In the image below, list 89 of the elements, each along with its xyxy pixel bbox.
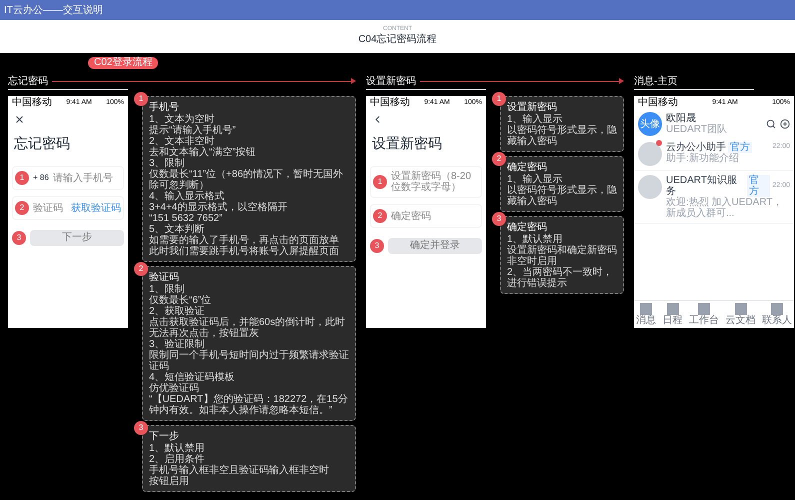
annotation-line: 2、文本非空时 — [149, 136, 215, 147]
annotation-title: 确定密码 — [507, 221, 548, 234]
carrier-text: 中国移动 — [638, 98, 678, 108]
screen-heading: 忘记密码 — [13, 134, 71, 153]
annotation-title: 下一步 — [149, 430, 180, 443]
search-icon[interactable] — [766, 119, 776, 129]
annotation-line: 如需要的输入了手机号，再点击的页面放单 — [149, 235, 340, 246]
annotation-line: 仅数最长“6”位 — [149, 295, 212, 306]
marker-pin: 3 — [134, 421, 148, 435]
marker-pin: 2 — [134, 262, 148, 276]
annotation-line: 去和文本输入“满空”按钮 — [149, 147, 257, 158]
marker-pin: 3 — [12, 231, 26, 245]
annotation-line: 仅数最长“11”位（+86的情况下，暂时无国外除可忽判断） — [149, 169, 344, 191]
carrier-text: 中国移动 — [12, 98, 52, 108]
annotation-line: 设置新密码和确定新密码非空时启用 — [507, 245, 617, 267]
field-placeholder: 验证码 — [33, 202, 64, 214]
annotation-line: 2、当两密码不一致时，进行错误提示 — [507, 267, 614, 289]
field-placeholder: 确定密码 — [391, 210, 432, 222]
input-field[interactable]: 2 确定密码 — [370, 204, 482, 228]
marker-pin: 1 — [134, 92, 148, 106]
doc-title: IT云办公——交互说明 — [4, 4, 103, 18]
annotation-line: 4、短信验证码模板 — [149, 372, 236, 383]
country-code[interactable]: + 86 — [33, 172, 49, 184]
annotation-line: 1、输入显示 — [507, 114, 564, 125]
annotation-line: 2、启用条件 — [149, 454, 205, 465]
annotation-line: 提示“请输入手机号” — [149, 125, 237, 136]
tab-item[interactable]: 日程 — [662, 303, 682, 326]
section-title: 设置新密码 — [366, 74, 416, 88]
annotation-line: 1、限制 — [149, 284, 185, 295]
close-icon[interactable] — [14, 114, 25, 125]
annotation-line: 3、限制 — [149, 158, 185, 169]
screen-heading: 设置新密码 — [371, 134, 443, 153]
tab-item[interactable]: 云文档 — [726, 303, 756, 326]
chat-preview: 欢迎:热烈 加入UEDART，新成员入群可... — [666, 197, 784, 219]
marker-pin: 2 — [492, 152, 506, 166]
tab-item[interactable]: 联系人 — [762, 303, 792, 326]
tab-item[interactable]: 消息 — [636, 303, 656, 326]
marker-pin: 3 — [492, 212, 506, 226]
marker-pin: 1 — [373, 175, 387, 189]
add-icon[interactable] — [780, 119, 790, 129]
chat-name: 云办公小助手 — [666, 142, 726, 153]
annotation-title: 手机号 — [149, 101, 180, 114]
marker-pin: 1 — [15, 171, 29, 185]
marker-pin: 2 — [15, 201, 29, 215]
marker-pin: 3 — [370, 239, 384, 253]
annotation-line: 2、获取验证 — [149, 306, 206, 317]
marker-pin: 2 — [373, 209, 387, 223]
annotation-line: 点击获取验证码后，并能60s的倒计时，此时无法再次点击，按钮置灰 — [149, 317, 346, 339]
annotation-line: “151 5632 7652” — [149, 213, 224, 224]
tab-item[interactable]: 工作台 — [689, 303, 719, 326]
chat-name: UEDART知识服务 — [666, 175, 738, 197]
field-placeholder: 设置新密码（8-20位数字或字母） — [391, 171, 472, 193]
input-field[interactable]: 1 + 86 请输入手机号 — [12, 166, 124, 190]
annotation-line: 此时我们需要跳手机号将账号入屏提醒页面 — [149, 246, 340, 257]
official-tag: 官方 — [746, 175, 770, 197]
annotation-line: 手机号输入框非空且验证码输入框非空时 — [149, 465, 330, 476]
chat-avatar — [638, 175, 662, 199]
user-name: 欧阳晟 — [666, 113, 697, 124]
section-title: 消息-主页 — [634, 74, 678, 88]
team-name: UEDART团队 — [666, 124, 728, 135]
chat-avatar — [638, 142, 662, 166]
annotation-title: 设置新密码 — [507, 101, 558, 114]
annotation-line: 仿优验证码 — [149, 383, 200, 394]
annotation-line: 限制同一个手机号短时间内过于频繁请求验证证码 — [149, 350, 349, 372]
official-tag: 官方 — [728, 142, 752, 153]
carrier-text: 中国移动 — [370, 98, 410, 108]
marker-pin: 1 — [492, 92, 506, 106]
annotation-line: 1、文本为空时 — [149, 114, 215, 125]
annotation-line: 1、输入显示 — [507, 174, 564, 185]
annotation-line: 3、验证限制 — [149, 339, 205, 350]
page-title: C04忘记密码流程 — [358, 32, 437, 47]
annotation-title: 验证码 — [149, 271, 180, 284]
annotation-line: 1、默认禁用 — [149, 443, 206, 454]
section-title: 忘记密码 — [8, 74, 48, 88]
annotation-line: 3+4+4的显示格式，以空格隔开 — [149, 202, 288, 213]
annotation-line: 4、输入显示格式 — [149, 191, 225, 202]
avatar[interactable]: 头像 — [638, 112, 662, 136]
annotation-line: 5、文本判断 — [149, 224, 205, 235]
annotation-title: 确定密码 — [507, 161, 548, 174]
annotation-line: 以密码符号形式显示，隐藏输入密码 — [507, 125, 617, 147]
annotation-line: 以密码符号形式显示，隐藏输入密码 — [507, 185, 617, 207]
chat-preview: 助手:新功能介绍 — [666, 153, 740, 164]
field-placeholder: 请输入手机号 — [52, 172, 114, 184]
annotation-line: “【UEDART】您的验证码：182272，在15分钟内有效。如非本人操作请忽略本短信。” — [149, 394, 349, 416]
annotation-line: 按钮启用 — [149, 476, 190, 487]
get-code-link[interactable]: 获取验证码 — [71, 202, 121, 214]
flow-tag[interactable]: C02登录流程 — [88, 57, 158, 69]
annotation-line: 1、默认禁用 — [507, 234, 563, 245]
input-field[interactable]: 2 验证码 获取验证码 — [12, 196, 124, 220]
